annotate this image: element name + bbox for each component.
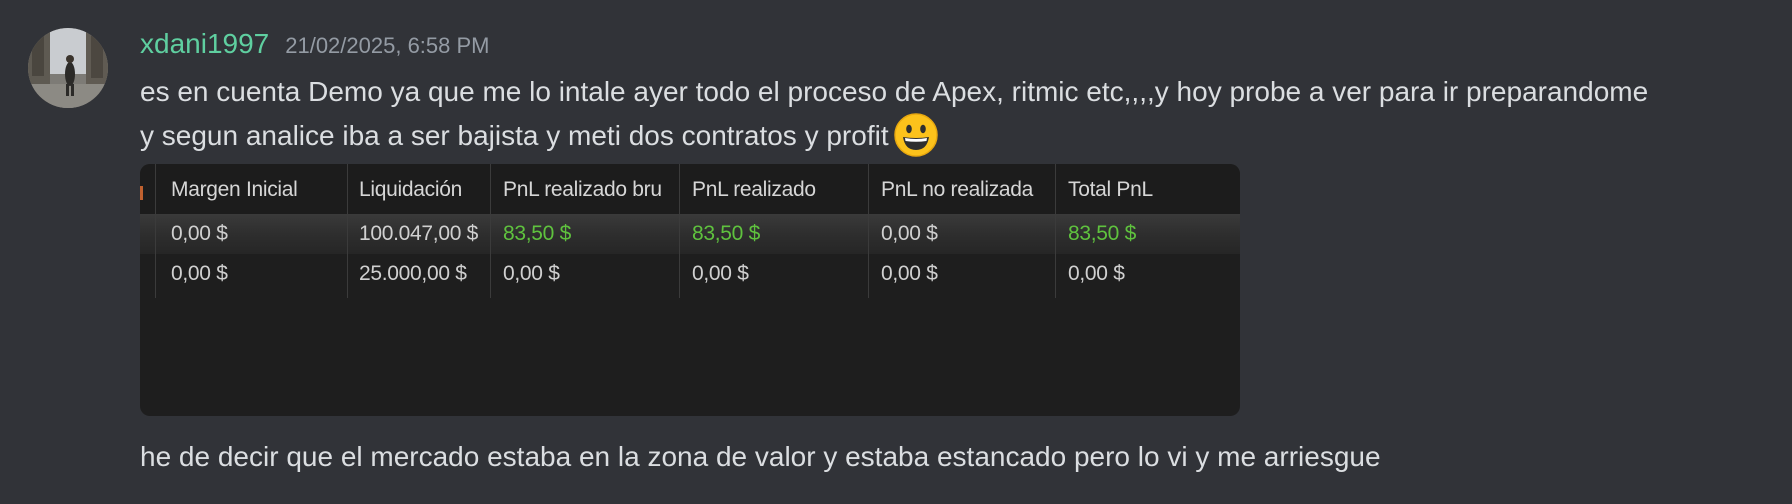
timestamp[interactable]: 21/02/2025, 6:58 PM xyxy=(285,33,489,59)
table-cell: 0,00 $ xyxy=(692,262,749,285)
column-divider xyxy=(155,164,156,298)
avatar-photo xyxy=(28,28,108,108)
column-edge-marker xyxy=(140,186,143,200)
table-cell: 25.000,00 $ xyxy=(359,262,467,285)
table-cell: 100.047,00 $ xyxy=(359,222,479,245)
table-cell: 0,00 $ xyxy=(171,262,228,285)
chat-message: xdani1997 21/02/2025, 6:58 PM es en cuen… xyxy=(0,0,1792,504)
column-header-pnl-realizado: PnL realizado xyxy=(692,178,816,201)
column-header-liquidacion: Liquidación xyxy=(359,178,462,201)
table-cell: 0,00 $ xyxy=(881,222,938,245)
table-cell: 83,50 $ xyxy=(1068,222,1136,245)
column-divider xyxy=(347,164,348,298)
table-cell: 0,00 $ xyxy=(1068,262,1125,285)
avatar[interactable] xyxy=(28,28,108,108)
table-cell: 83,50 $ xyxy=(692,222,760,245)
column-divider xyxy=(868,164,869,298)
table-cell: 0,00 $ xyxy=(503,262,560,285)
message-text-line: es en cuenta Demo ya que me lo intale ay… xyxy=(140,76,1649,107)
table-cell: 0,00 $ xyxy=(881,262,938,285)
table-cell: 83,50 $ xyxy=(503,222,571,245)
username[interactable]: xdani1997 xyxy=(140,28,269,60)
message-header: xdani1997 21/02/2025, 6:58 PM xyxy=(140,28,490,68)
image-attachment[interactable]: Margen Inicial Liquidación PnL realizado… xyxy=(140,164,1240,416)
column-divider xyxy=(490,164,491,298)
grinning-face-emoji-icon[interactable] xyxy=(893,112,939,158)
message-text-line: he de decir que el mercado estaba en la … xyxy=(140,441,1381,472)
column-header-pnl-bruto: PnL realizado bru xyxy=(503,178,662,201)
message-text: y segun analice iba a ser bajista y meti… xyxy=(140,120,889,151)
table-cell: 0,00 $ xyxy=(171,222,228,245)
column-divider xyxy=(679,164,680,298)
message-text-line: y segun analice iba a ser bajista y meti… xyxy=(140,112,939,158)
column-header-total-pnl: Total PnL xyxy=(1068,178,1153,201)
column-header-margen: Margen Inicial xyxy=(171,178,298,201)
column-header-pnl-no-realizada: PnL no realizada xyxy=(881,178,1034,201)
column-divider xyxy=(1055,164,1056,298)
